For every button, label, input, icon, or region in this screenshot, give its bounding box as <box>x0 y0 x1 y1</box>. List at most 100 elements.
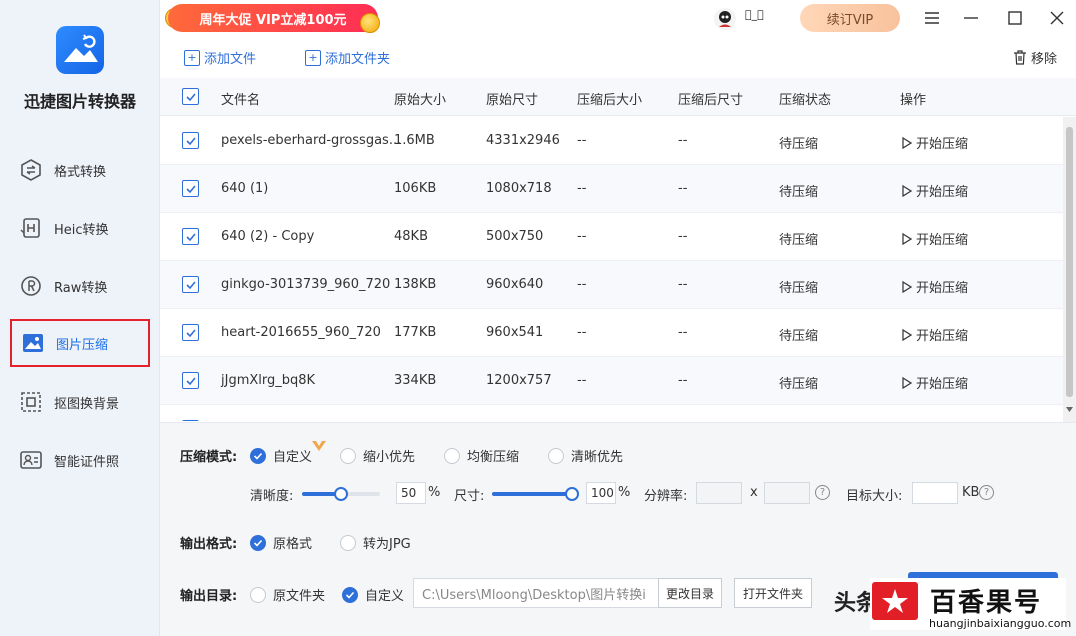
scroll-down-icon[interactable] <box>1066 407 1073 413</box>
sidebar-item-id-photo[interactable]: 智能证件照 <box>18 442 148 478</box>
dir-radio-original[interactable]: 原文件夹 <box>250 585 325 604</box>
size-input[interactable]: 100 <box>586 482 616 504</box>
format-radio-jpg[interactable]: 转为JPG <box>340 533 411 552</box>
add-file-button[interactable]: + 添加文件 <box>184 48 256 67</box>
maximize-icon[interactable] <box>1002 6 1028 30</box>
size-slider-handle[interactable] <box>565 487 579 501</box>
row-checkbox[interactable] <box>182 324 199 341</box>
table-row <box>160 405 1063 421</box>
clarity-label: 清晰度: <box>250 489 294 504</box>
start-compress-button[interactable]: 开始压缩 <box>902 133 968 152</box>
row-checkbox[interactable] <box>182 372 199 389</box>
dir-radio-custom[interactable]: 自定义 <box>342 585 404 604</box>
open-folder-button[interactable]: 打开文件夹 <box>734 578 812 608</box>
mode-radio-balanced[interactable]: 均衡压缩 <box>444 446 519 465</box>
dir-option-label: 自定义 <box>365 589 405 604</box>
sidebar-item-heic[interactable]: Heic转换 <box>18 210 148 246</box>
size-label: 尺寸: <box>454 489 485 504</box>
size-slider-fill <box>492 492 572 496</box>
row-checkbox[interactable] <box>182 180 199 197</box>
promo-text: 周年大促 VIP立减100元 <box>199 12 347 28</box>
minimize-icon[interactable] <box>958 6 984 30</box>
start-compress-label: 开始压缩 <box>916 377 969 392</box>
table-row: 640 (1) 106KB 1080x718 -- -- 待压缩 开始压缩 <box>160 165 1063 213</box>
column-header-compressed-dims: 压缩后尺寸 <box>678 93 744 108</box>
column-header-filename: 文件名 <box>221 93 261 108</box>
column-header-original-size: 原始大小 <box>394 93 447 108</box>
file-name: 640 (2) - Copy <box>221 229 315 244</box>
add-file-label: 添加文件 <box>204 52 257 67</box>
close-icon[interactable] <box>1044 6 1070 30</box>
original-dims: 960x640 <box>486 277 544 292</box>
output-path-field[interactable]: C:\Users\Mloong\Desktop\图片转换i <box>413 578 659 608</box>
start-compress-button[interactable]: 开始压缩 <box>902 373 968 392</box>
compressed-size: -- <box>577 181 587 196</box>
help-icon[interactable]: ? <box>815 485 830 500</box>
menu-icon[interactable] <box>919 6 945 30</box>
start-compress-label: 开始压缩 <box>916 233 969 248</box>
sidebar-item-format-convert[interactable]: 格式转换 <box>18 152 148 188</box>
original-dims: 1080x718 <box>486 181 552 196</box>
renew-vip-button[interactable]: 续订VIP <box>800 4 900 32</box>
start-compress-button[interactable]: 开始压缩 <box>902 181 968 200</box>
username[interactable]:  _  <box>745 8 764 21</box>
compress-mode-label: 压缩模式: <box>180 450 238 465</box>
status-text: 待压缩 <box>779 329 819 344</box>
table-scrollbar[interactable] <box>1063 117 1076 422</box>
clarity-slider-handle[interactable] <box>334 487 348 501</box>
row-checkbox[interactable] <box>182 228 199 245</box>
sidebar: 迅捷图片转换器 格式转换 Heic转换 Raw转换 图片压缩 抠图换背景 智能证 <box>0 0 160 636</box>
id-photo-icon <box>18 447 44 473</box>
add-folder-button[interactable]: + 添加文件夹 <box>305 48 390 67</box>
size-slider[interactable] <box>492 487 579 501</box>
sidebar-item-image-compress[interactable]: 图片压缩 <box>10 319 150 367</box>
add-folder-icon: + <box>305 49 321 66</box>
remove-button[interactable]: 移除 <box>1013 48 1057 67</box>
percent-sign: % <box>618 485 631 500</box>
compressed-dims: -- <box>678 133 688 148</box>
help-icon[interactable]: ? <box>979 485 994 500</box>
row-checkbox[interactable] <box>182 276 199 293</box>
target-size-label: 目标大小: <box>846 489 903 504</box>
row-checkbox[interactable] <box>182 420 199 421</box>
resolution-width-input[interactable] <box>696 482 742 504</box>
mode-radio-shrink[interactable]: 缩小优先 <box>340 446 415 465</box>
select-all-checkbox[interactable] <box>182 88 199 105</box>
clarity-input[interactable]: 50 <box>396 482 426 504</box>
start-compress-button[interactable]: 开始压缩 <box>902 229 968 248</box>
sidebar-item-label: Heic转换 <box>54 222 109 238</box>
table-row: ginkgo-3013739_960_720 138KB 960x640 -- … <box>160 261 1063 309</box>
start-compress-label: 开始压缩 <box>916 185 969 200</box>
compressed-size: -- <box>577 325 587 340</box>
promo-banner[interactable]: 周年大促 VIP立减100元 <box>168 4 378 32</box>
mode-radio-clarity[interactable]: 清晰优先 <box>548 446 623 465</box>
start-compress-button[interactable]: 开始压缩 <box>902 325 968 344</box>
format-radio-original[interactable]: 原格式 <box>250 533 312 552</box>
target-size-input[interactable] <box>912 482 958 504</box>
play-icon <box>902 184 912 197</box>
mode-label: 自定义 <box>273 450 313 465</box>
sidebar-item-cutout[interactable]: 抠图换背景 <box>18 384 148 420</box>
clarity-slider[interactable] <box>302 487 380 501</box>
target-size-unit: KB <box>962 485 980 500</box>
status-text: 待压缩 <box>779 377 819 392</box>
change-dir-button[interactable]: 更改目录 <box>658 578 722 608</box>
output-format-label: 输出格式: <box>180 537 238 552</box>
row-checkbox[interactable] <box>182 132 199 149</box>
mode-label: 清晰优先 <box>571 450 624 465</box>
play-icon <box>902 280 912 293</box>
mode-radio-custom[interactable]: 自定义 <box>250 446 312 465</box>
scroll-thumb[interactable] <box>1066 127 1073 397</box>
compressed-dims: -- <box>678 229 688 244</box>
raw-icon <box>18 273 44 299</box>
play-icon <box>902 136 912 149</box>
compressed-size: -- <box>577 277 587 292</box>
sidebar-item-label: 抠图换背景 <box>54 396 120 412</box>
start-compress-button[interactable]: 开始压缩 <box>902 277 968 296</box>
sidebar-item-raw[interactable]: Raw转换 <box>18 268 148 304</box>
coin-icon <box>360 13 380 33</box>
resolution-height-input[interactable] <box>764 482 810 504</box>
avatar[interactable] <box>713 7 737 31</box>
compressed-dims: -- <box>678 373 688 388</box>
heic-icon <box>18 215 44 241</box>
